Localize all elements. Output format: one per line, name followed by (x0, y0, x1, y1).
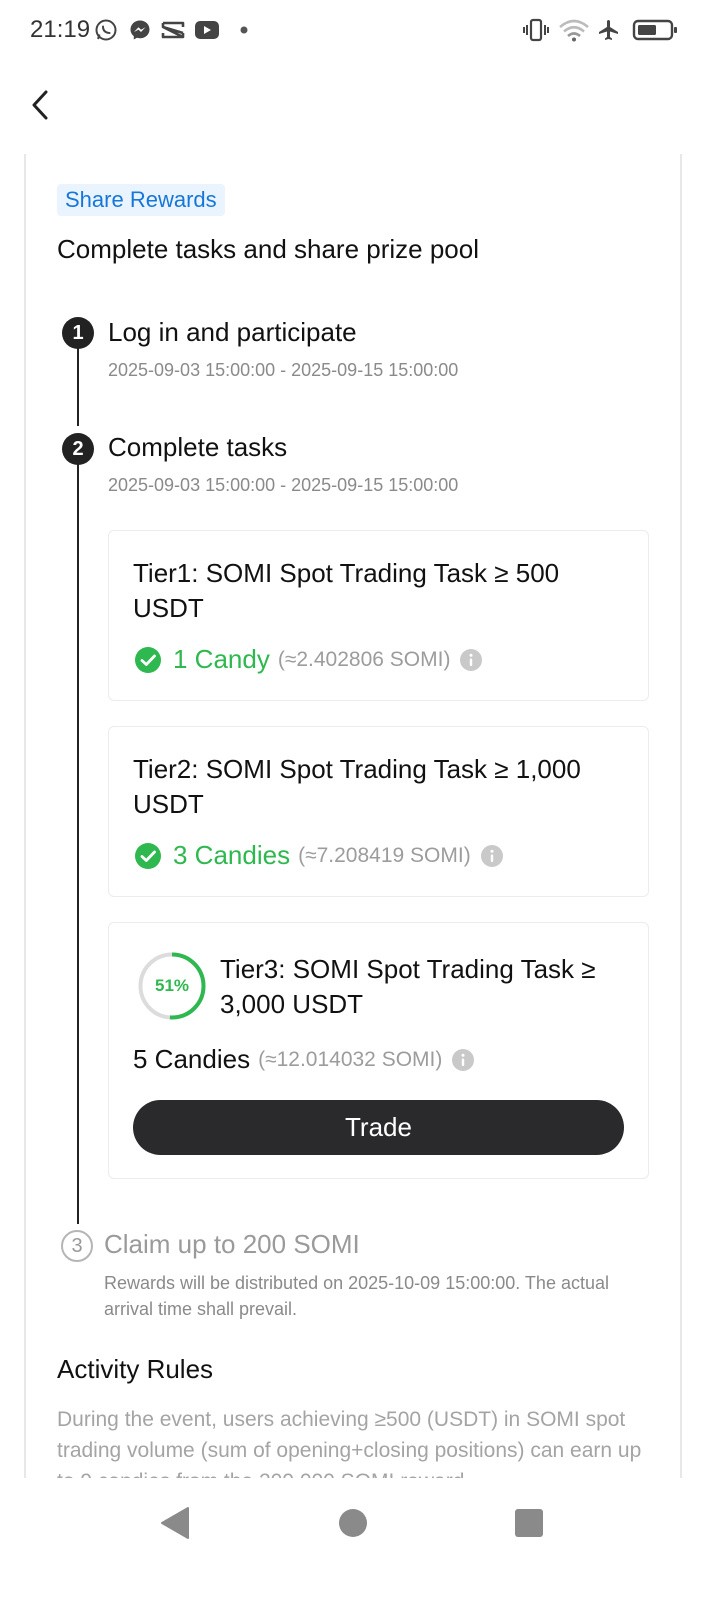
youtube-icon (195, 21, 219, 39)
back-button[interactable] (22, 84, 62, 128)
timeline-line (77, 464, 79, 1224)
step-1-number: 1 (62, 317, 94, 349)
messenger-icon (130, 20, 150, 40)
claim-description: Rewards will be distributed on 2025-10-0… (104, 1273, 609, 1319)
reward-row: 1 Candy (≈2.402806 SOMI) (135, 644, 483, 675)
reward-row: 3 Candies (≈7.208419 SOMI) (135, 840, 503, 871)
check-circle-icon (135, 842, 161, 869)
step-2-number: 2 (62, 433, 94, 465)
step-1-date: 2025-09-03 15:00:00 - 2025-09-15 15:00:0… (108, 360, 459, 380)
reward-approx: (≈12.014032 SOMI) (258, 1047, 443, 1071)
check-circle-icon (135, 646, 161, 673)
step-2-date: 2025-09-03 15:00:00 - 2025-09-15 15:00:0… (108, 475, 459, 495)
task-title: Tier3: SOMI Spot Trading Task ≥ 3,000 US… (220, 954, 596, 1019)
home-circle-icon[interactable] (338, 1508, 368, 1538)
share-rewards-tag: Share Rewards (57, 184, 225, 216)
step-3-title: Claim up to 200 SOMI (104, 1229, 360, 1259)
reward-amount: 3 Candies (173, 840, 291, 870)
task-title: Tier2: SOMI Spot Trading Task ≥ 1,000 US… (133, 754, 581, 819)
reward-amount: 1 Candy (173, 644, 270, 674)
reward-amount: 5 Candies (133, 1044, 251, 1074)
wifi-icon (559, 19, 589, 42)
trade-button[interactable]: Trade (133, 1100, 624, 1155)
info-icon[interactable] (452, 1048, 475, 1071)
airplane-icon (599, 20, 618, 40)
step-1-title: Log in and participate (108, 317, 357, 347)
dot-icon (240, 26, 248, 34)
reward-row: 5 Candies (≈12.014032 SOMI) (133, 1044, 475, 1075)
capcut-icon (161, 21, 185, 39)
vibrate-icon (523, 18, 549, 42)
info-icon[interactable] (460, 648, 483, 671)
whatsapp-icon (95, 19, 117, 41)
battery-icon (632, 19, 677, 41)
timeline-line (77, 348, 79, 426)
chevron-left-icon (32, 90, 48, 120)
status-time: 21:19 (30, 16, 91, 43)
reward-approx: (≈7.208419 SOMI) (298, 843, 471, 867)
section-subtitle: Complete tasks and share prize pool (57, 234, 480, 264)
status-bar: 21:19 (0, 0, 720, 62)
back-triangle-icon[interactable] (158, 1506, 192, 1540)
progress-percent: 51% (154, 976, 190, 995)
activity-rules-title: Activity Rules (57, 1354, 214, 1384)
reward-approx: (≈2.402806 SOMI) (277, 647, 451, 671)
step-2-title: Complete tasks (108, 432, 288, 462)
navigation-bar (0, 1478, 720, 1600)
recents-square-icon[interactable] (514, 1508, 544, 1538)
info-icon[interactable] (480, 844, 503, 867)
step-3-number: 3 (61, 1230, 93, 1262)
task-title: Tier1: SOMI Spot Trading Task ≥ 500 USDT (133, 558, 560, 623)
screen: 21:19 Share Rewards Complete tasks and s… (0, 0, 720, 1600)
